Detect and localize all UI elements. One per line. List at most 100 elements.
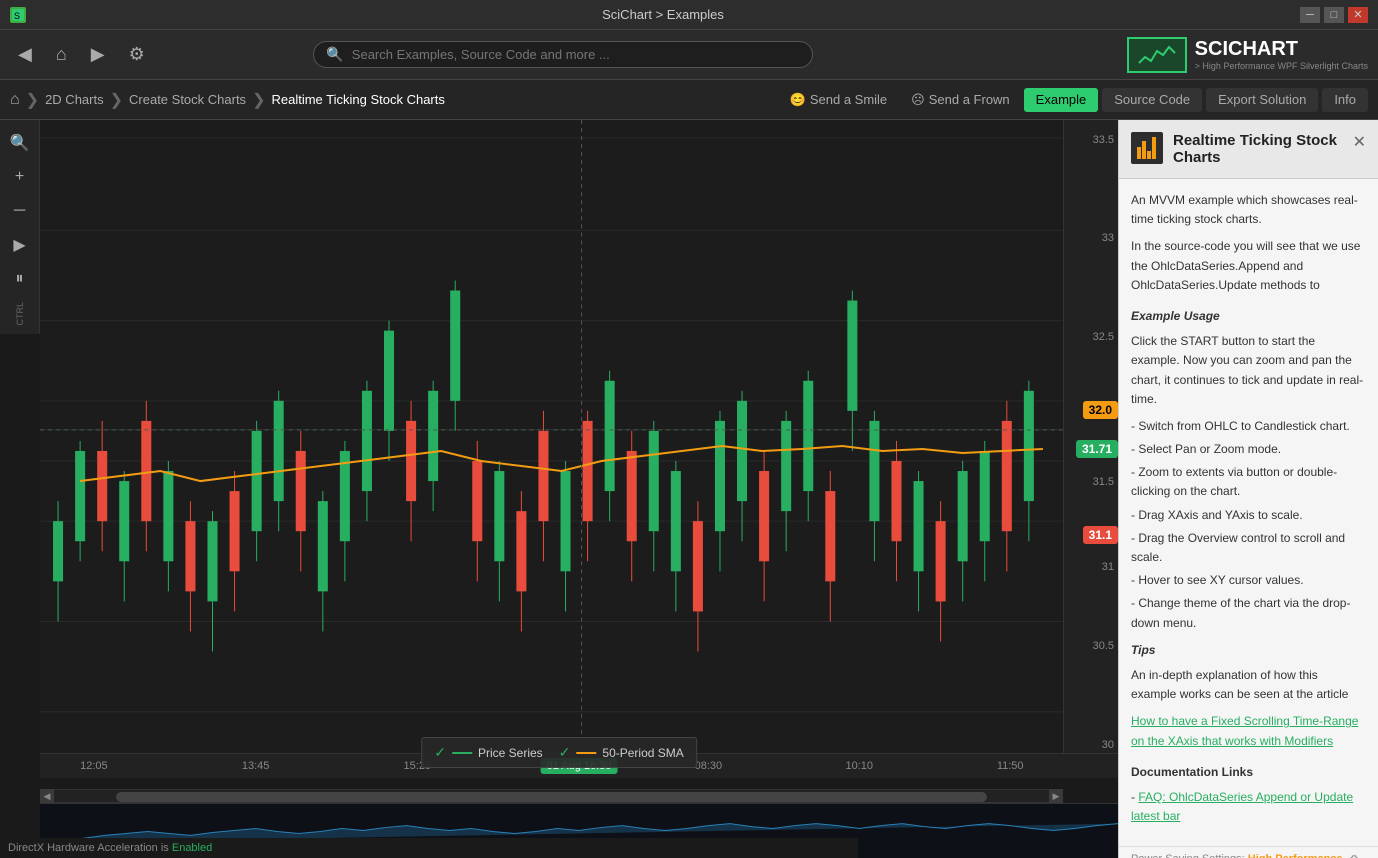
power-saving-bar: Power Saving Settings: High Performance … xyxy=(1119,846,1378,858)
bullet-2: Select Pan or Zoom mode. xyxy=(1131,440,1366,459)
x-label-1150: 11:50 xyxy=(997,760,1024,772)
pause-button[interactable]: ⏸ xyxy=(5,264,35,294)
tips-link[interactable]: How to have a Fixed Scrolling Time-Range… xyxy=(1131,714,1358,747)
close-button[interactable]: ✕ xyxy=(1348,7,1368,23)
breadcrumb-home[interactable]: ⌂ xyxy=(10,91,20,109)
info-header: Realtime Ticking Stock Charts ✕ xyxy=(1119,120,1378,179)
tips-text: An in-depth explanation of how this exam… xyxy=(1131,666,1366,704)
example-usage-title: Example Usage xyxy=(1131,307,1366,326)
add-button[interactable]: + xyxy=(5,162,35,192)
breadcrumb-bar: ⌂ ❯ 2D Charts ❯ Create Stock Charts ❯ Re… xyxy=(0,80,1378,120)
main-toolbar: ◀ ⌂ ▶ ⚙ 🔍 SCICHART > High Performance WP… xyxy=(0,30,1378,80)
scichart-logo: SCICHART > High Performance WPF Silverli… xyxy=(1127,37,1368,73)
chart-canvas[interactable]: 33.5 33 32.5 31.5 31 30.5 30 32.0 31.71 … xyxy=(40,120,1118,778)
legend-sma: ✓ 50-Period SMA xyxy=(559,744,684,761)
bullet-1: Switch from OHLC to Candlestick chart. xyxy=(1131,417,1366,436)
power-settings-icon: ⚙ xyxy=(1350,854,1359,858)
price-series-label: Price Series xyxy=(478,746,543,760)
tips-section: Tips An in-depth explanation of how this… xyxy=(1131,641,1366,751)
y-label-305: 30.5 xyxy=(1093,640,1114,652)
maximize-button[interactable]: □ xyxy=(1324,7,1344,23)
y-label-335: 33.5 xyxy=(1093,134,1114,146)
zoom-button[interactable]: 🔍 xyxy=(5,128,35,158)
legend-price-series: ✓ Price Series xyxy=(434,744,542,761)
left-toolbar: 🔍 + ─ ▶ ⏸ CTRL xyxy=(0,120,40,334)
info-panel-title: Realtime Ticking Stock Charts xyxy=(1173,132,1343,166)
scrollbar[interactable]: ◀ ▶ xyxy=(40,789,1063,803)
directx-status-bar: DirectX Hardware Acceleration is Enabled xyxy=(0,838,858,858)
search-box[interactable]: 🔍 xyxy=(313,41,813,68)
app-icon: S xyxy=(10,7,26,23)
tips-title: Tips xyxy=(1131,641,1366,660)
tab-source-code[interactable]: Source Code xyxy=(1102,88,1202,112)
logo-text: SCICHART xyxy=(1195,38,1368,61)
bullet-5: Drag the Overview control to scroll and … xyxy=(1131,529,1366,567)
doc-links-title: Documentation Links xyxy=(1131,763,1366,782)
doc-link-dash: - FAQ: OhlcDataSeries Append or Update l… xyxy=(1131,788,1366,826)
chart-panel: 🔍 + ─ ▶ ⏸ CTRL xyxy=(0,120,1118,858)
svg-text:S: S xyxy=(14,11,20,21)
logo-text-block: SCICHART > High Performance WPF Silverli… xyxy=(1195,38,1368,71)
y-label-315: 31.5 xyxy=(1093,476,1114,488)
y-axis: 33.5 33 32.5 31.5 31 30.5 30 32.0 31.71 … xyxy=(1063,120,1118,778)
bullet-list: Switch from OHLC to Candlestick chart. S… xyxy=(1131,417,1366,633)
minimize-button[interactable]: ─ xyxy=(1300,7,1320,23)
doc-link-1[interactable]: FAQ: OhlcDataSeries Append or Update lat… xyxy=(1131,790,1353,823)
directx-label: DirectX Hardware Acceleration is xyxy=(8,842,169,854)
power-saving-label: Power Saving Settings: xyxy=(1131,853,1245,858)
home-button[interactable]: ⌂ xyxy=(48,40,75,69)
search-input[interactable] xyxy=(352,47,801,62)
example-usage-text: Click the START button to start the exam… xyxy=(1131,332,1366,409)
price-series-color xyxy=(452,752,472,754)
x-label-1010: 10:10 xyxy=(846,760,874,772)
minus-button[interactable]: ─ xyxy=(5,196,35,226)
y-label-31: 31 xyxy=(1102,561,1114,573)
power-saving-value: High Performance xyxy=(1248,853,1343,858)
settings-button[interactable]: ⚙ xyxy=(121,40,153,69)
bullet-6: Hover to see XY cursor values. xyxy=(1131,571,1366,590)
tab-info[interactable]: Info xyxy=(1322,88,1368,112)
info-title-block: Realtime Ticking Stock Charts xyxy=(1173,132,1343,166)
scroll-right-arrow[interactable]: ▶ xyxy=(1049,789,1063,803)
scroll-thumb[interactable] xyxy=(116,792,987,802)
play-button[interactable]: ▶ xyxy=(5,230,35,260)
x-label-1345: 13:45 xyxy=(242,760,270,772)
breadcrumb-actions: 😊 Send a Smile ☹ Send a Frown Example So… xyxy=(780,88,1368,112)
breadcrumb-2d-charts[interactable]: 2D Charts xyxy=(45,92,104,107)
info-desc2: In the source-code you will see that we … xyxy=(1131,237,1366,295)
logo-chart-icon xyxy=(1127,37,1187,73)
send-frown-button[interactable]: ☹ Send a Frown xyxy=(901,88,1020,112)
chart-legend: ✓ Price Series ✓ 50-Period SMA xyxy=(421,737,697,768)
x-label-0830: 08:30 xyxy=(695,760,723,772)
forward-button[interactable]: ▶ xyxy=(83,40,113,69)
smile-icon: 😊 xyxy=(790,92,806,108)
scroll-left-arrow[interactable]: ◀ xyxy=(40,789,54,803)
sma-label: 50-Period SMA xyxy=(602,746,683,760)
price-series-check: ✓ xyxy=(434,744,446,761)
price-label-3171: 31.71 xyxy=(1076,440,1118,458)
bullet-3: Zoom to extents via button or double-cli… xyxy=(1131,463,1366,501)
y-label-325: 32.5 xyxy=(1093,331,1114,343)
directx-value: Enabled xyxy=(172,842,212,854)
tab-export-solution[interactable]: Export Solution xyxy=(1206,88,1318,112)
info-chart-icon xyxy=(1131,132,1163,164)
candlestick-chart xyxy=(40,120,1063,742)
back-button[interactable]: ◀ xyxy=(10,40,40,69)
sma-color xyxy=(576,752,596,754)
sma-check: ✓ xyxy=(559,744,571,761)
info-close-button[interactable]: ✕ xyxy=(1353,132,1366,152)
send-smile-button[interactable]: 😊 Send a Smile xyxy=(780,88,898,112)
breadcrumb-current: Realtime Ticking Stock Charts xyxy=(271,92,444,107)
main-area: 🔍 + ─ ▶ ⏸ CTRL xyxy=(0,120,1378,858)
search-icon: 🔍 xyxy=(326,46,343,63)
y-label-33: 33 xyxy=(1102,232,1114,244)
ctrl-label: CTRL xyxy=(15,302,25,326)
tab-example[interactable]: Example xyxy=(1024,88,1099,112)
bullet-4: Drag XAxis and YAxis to scale. xyxy=(1131,506,1366,525)
window-title: SciChart > Examples xyxy=(26,7,1300,22)
bullet-7: Change theme of the chart via the drop-d… xyxy=(1131,594,1366,632)
price-label-320: 32.0 xyxy=(1083,401,1118,419)
y-label-30: 30 xyxy=(1102,739,1114,751)
x-label-1205: 12:05 xyxy=(80,760,108,772)
breadcrumb-create-stock-charts[interactable]: Create Stock Charts xyxy=(129,92,246,107)
